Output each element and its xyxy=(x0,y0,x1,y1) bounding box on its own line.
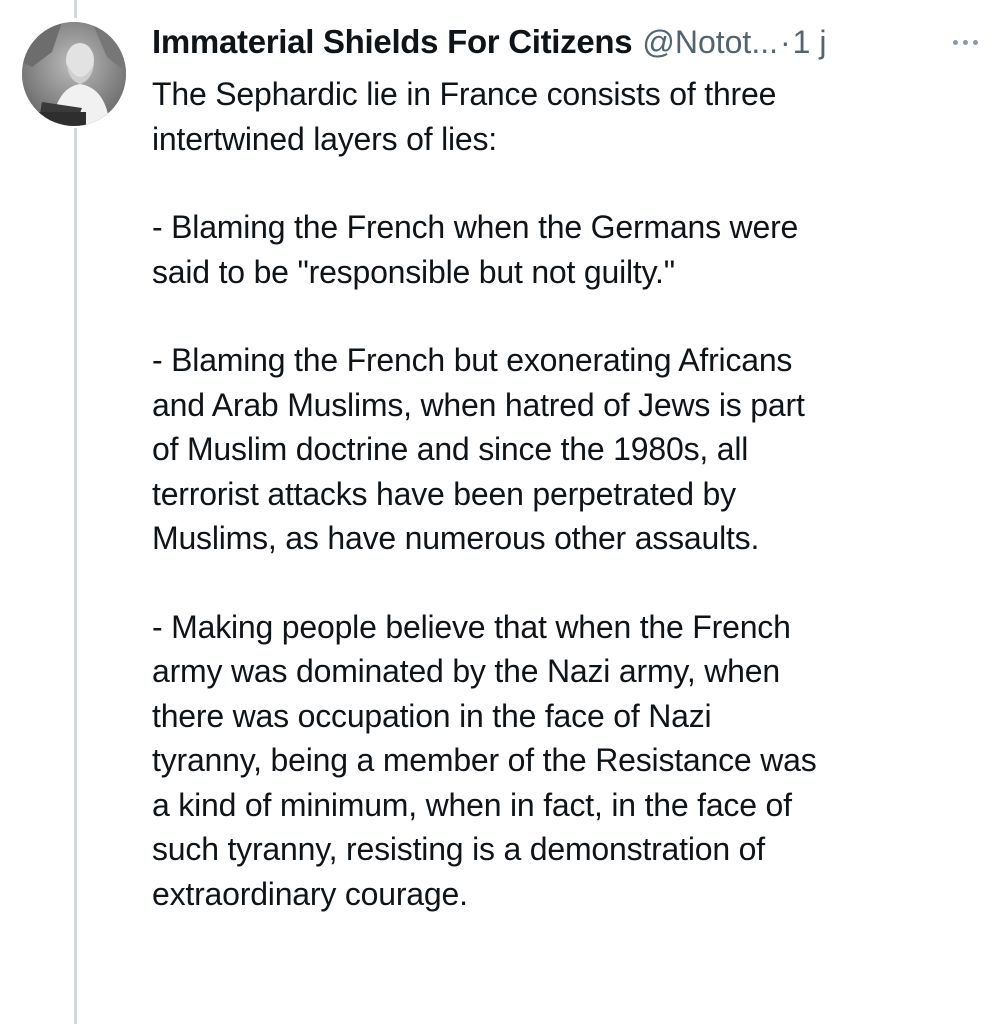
more-dot xyxy=(963,39,968,45)
tweet-paragraph-intro: The Sephardic lie in France consists of … xyxy=(152,72,982,161)
more-dot xyxy=(953,39,958,45)
tweet-text: The Sephardic lie in France consists of … xyxy=(152,72,982,916)
timestamp[interactable]: 1 j xyxy=(793,24,827,61)
text-line: tyranny, being a member of the Resistanc… xyxy=(152,742,817,778)
separator-dot: · xyxy=(779,23,791,60)
text-line: The Sephardic lie in France consists of … xyxy=(152,76,777,112)
text-line: extraordinary courage. xyxy=(152,875,468,912)
text-line: - Blaming the French when the Germans we… xyxy=(152,209,799,245)
thread-line-top xyxy=(74,0,77,18)
thread-line xyxy=(74,128,77,1024)
text-line: such tyranny, resisting is a demonstrati… xyxy=(152,831,765,867)
user-handle[interactable]: @Notot... xyxy=(642,24,778,61)
text-line: army was dominated by the Nazi army, whe… xyxy=(152,653,780,689)
text-line: - Blaming the French but exonerating Afr… xyxy=(152,342,793,378)
text-line: there was occupation in the face of Nazi xyxy=(152,697,712,734)
text-line: terrorist attacks have been perpetrated … xyxy=(152,475,736,512)
tweet-screenshot: Immaterial Shields For Citizens @Notot..… xyxy=(0,0,1001,1024)
tweet-paragraph-point-1: - Blaming the French when the Germans we… xyxy=(152,205,982,294)
more-dot xyxy=(973,39,978,45)
tweet-paragraph-point-2: - Blaming the French but exonerating Afr… xyxy=(152,338,982,561)
text-line: - Making people believe that when the Fr… xyxy=(152,608,791,645)
text-line: intertwined layers of lies: xyxy=(152,120,497,157)
text-line: of Muslim doctrine and since the 1980s, … xyxy=(152,431,749,467)
text-line: a kind of minimum, when in fact, in the … xyxy=(152,786,792,823)
tweet-header: Immaterial Shields For Citizens @Notot..… xyxy=(152,18,992,66)
more-horizontal-icon[interactable] xyxy=(953,27,978,57)
avatar-photo-icon xyxy=(22,22,126,126)
tweet-paragraph-point-3: - Making people believe that when the Fr… xyxy=(152,605,982,917)
display-name[interactable]: Immaterial Shields For Citizens xyxy=(152,23,633,61)
avatar[interactable] xyxy=(22,22,126,126)
text-line: said to be "responsible but not guilty." xyxy=(152,253,675,290)
text-line: Muslims, as have numerous other assaults… xyxy=(152,520,760,556)
text-line: and Arab Muslims, when hatred of Jews is… xyxy=(152,386,805,423)
